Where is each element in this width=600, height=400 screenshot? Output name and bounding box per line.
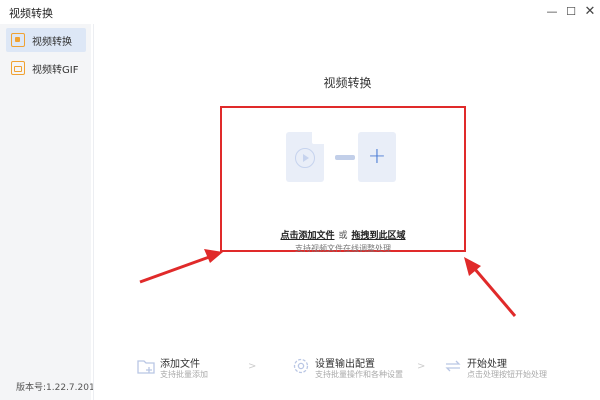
step-title: 添加文件 xyxy=(160,359,200,370)
gif-icon xyxy=(11,61,25,75)
process-icon xyxy=(445,360,461,372)
sidebar-item-label: 视频转换 xyxy=(32,36,72,48)
step-title: 设置输出配置 xyxy=(315,359,375,370)
sidebar-item-video-convert[interactable]: 视频转换 xyxy=(6,28,86,52)
step-desc: 支持批量添加 xyxy=(160,370,208,379)
step-start-processing: 开始处理 点击处理按钮开始处理 xyxy=(443,354,573,384)
play-icon xyxy=(295,148,315,168)
video-convert-icon xyxy=(11,33,25,47)
plus-icon: + xyxy=(367,144,387,169)
drop-zone[interactable]: + 点击添加文件或拖拽到此区域 支持视频文件在线调整处理 xyxy=(220,106,466,253)
step-desc: 支持批量操作和各种设置 xyxy=(315,370,403,379)
window-title: 视频转换 xyxy=(9,7,53,20)
step-output-settings: 设置输出配置 支持批量操作和各种设置 xyxy=(291,354,421,384)
step-title: 开始处理 xyxy=(467,359,507,370)
drop-hint: 支持视频文件在线调整处理 xyxy=(295,244,391,253)
drag-area-link[interactable]: 拖拽到此区域 xyxy=(352,231,406,241)
settings-gear-icon xyxy=(293,358,309,374)
minimize-button[interactable]: — xyxy=(543,2,561,20)
add-folder-icon xyxy=(137,360,155,374)
title-bar: 视频转换 — ☐ ✕ xyxy=(0,0,600,24)
drop-instructions: 点击添加文件或拖拽到此区域 xyxy=(222,228,464,241)
version-label: 版本号:1.22.7.201 xyxy=(16,383,95,393)
sidebar-item-video-to-gif[interactable]: 视频转GIF xyxy=(6,56,86,80)
step-separator-icon: > xyxy=(417,361,426,372)
add-file-link[interactable]: 点击添加文件 xyxy=(280,231,334,241)
sidebar-item-label: 视频转GIF xyxy=(32,64,79,76)
connector-icon xyxy=(335,155,355,160)
step-separator-icon: > xyxy=(248,361,257,372)
close-button[interactable]: ✕ xyxy=(581,2,599,20)
maximize-button[interactable]: ☐ xyxy=(562,2,580,20)
video-file-icon xyxy=(286,132,324,182)
or-text: 或 xyxy=(338,231,348,241)
add-file-button[interactable]: + xyxy=(358,132,396,182)
step-desc: 点击处理按钮开始处理 xyxy=(467,370,547,379)
main-panel: 视频转换 + 点击添加文件或拖拽到此区域 支持视频文件在线调整处理 添加文件 支… xyxy=(93,24,600,400)
page-title: 视频转换 xyxy=(323,76,372,90)
step-add-file: 添加文件 支持批量添加 xyxy=(136,354,256,384)
sidebar: 视频转换 视频转GIF xyxy=(0,24,91,400)
